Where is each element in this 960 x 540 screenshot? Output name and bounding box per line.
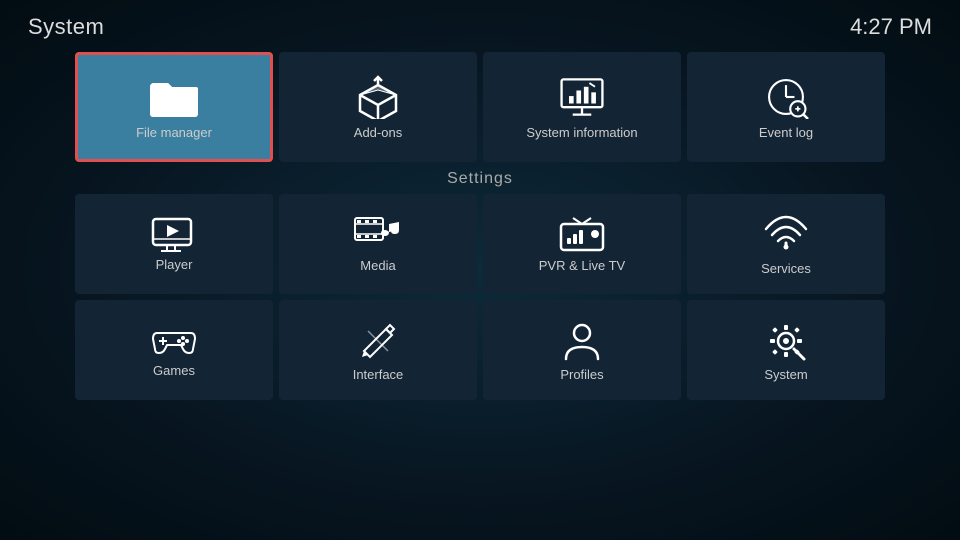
profiles-label: Profiles (560, 367, 603, 382)
tile-add-ons[interactable]: Add-ons (279, 52, 477, 162)
page-title: System (28, 14, 104, 40)
tile-file-manager[interactable]: File manager (75, 52, 273, 162)
tile-services[interactable]: Services (687, 194, 885, 294)
system-label: System (764, 367, 807, 382)
system-information-label: System information (526, 125, 637, 140)
media-label: Media (360, 258, 395, 273)
media-icon (353, 216, 403, 254)
settings-grid: Player Media (0, 194, 960, 400)
tile-player[interactable]: Player (75, 194, 273, 294)
tile-pvr-live-tv[interactable]: PVR & Live TV (483, 194, 681, 294)
tile-system-information[interactable]: System information (483, 52, 681, 162)
player-label: Player (156, 257, 193, 272)
profiles-icon (560, 319, 604, 363)
add-ons-icon (352, 75, 404, 119)
settings-row-2: Games Interface (28, 300, 932, 400)
event-log-label: Event log (759, 125, 813, 140)
pvr-live-tv-label: PVR & Live TV (539, 258, 625, 273)
games-icon (149, 323, 199, 359)
event-log-icon (760, 75, 812, 119)
system-icon (764, 319, 808, 363)
pvr-live-tv-icon (559, 216, 605, 254)
clock: 4:27 PM (850, 14, 932, 40)
top-tiles-row: File manager Add-ons (0, 52, 960, 162)
tile-profiles[interactable]: Profiles (483, 300, 681, 400)
add-ons-label: Add-ons (354, 125, 402, 140)
file-manager-label: File manager (136, 125, 212, 140)
player-icon (151, 217, 197, 253)
services-icon (764, 213, 808, 257)
file-manager-icon (148, 75, 200, 119)
tile-games[interactable]: Games (75, 300, 273, 400)
games-label: Games (153, 363, 195, 378)
interface-icon (356, 319, 400, 363)
services-label: Services (761, 261, 811, 276)
settings-row-1: Player Media (28, 194, 932, 294)
tile-media[interactable]: Media (279, 194, 477, 294)
tile-system[interactable]: System (687, 300, 885, 400)
tile-interface[interactable]: Interface (279, 300, 477, 400)
settings-section-label: Settings (0, 170, 960, 188)
tile-event-log[interactable]: Event log (687, 52, 885, 162)
interface-label: Interface (353, 367, 404, 382)
system-information-icon (556, 75, 608, 119)
